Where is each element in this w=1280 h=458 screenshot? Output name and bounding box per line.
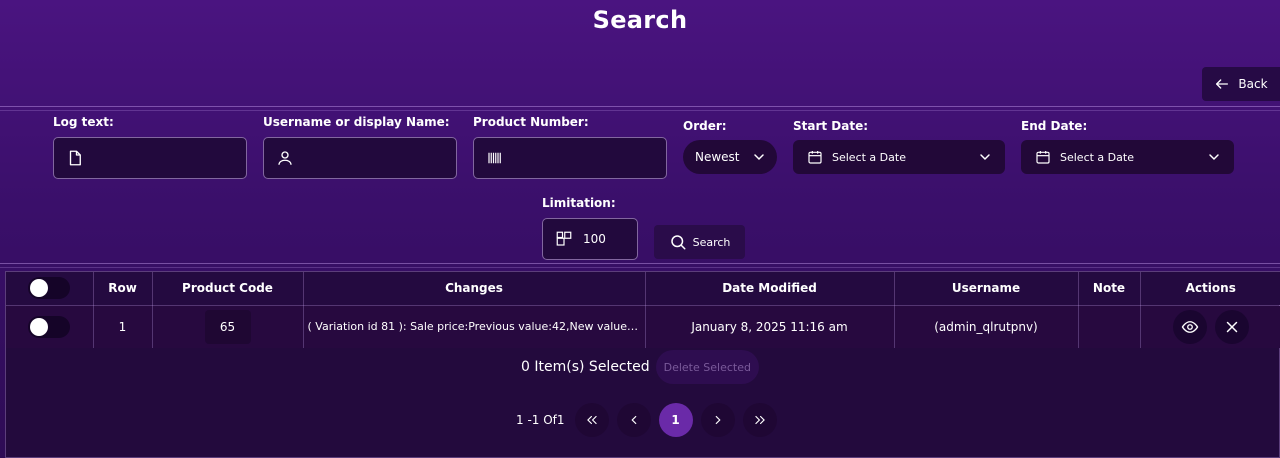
- calendar-icon: [1036, 151, 1050, 164]
- column-header-changes[interactable]: Changes: [303, 272, 646, 306]
- product-number-input[interactable]: [514, 151, 666, 165]
- search-button-label: Search: [692, 235, 731, 249]
- column-header-note[interactable]: Note: [1078, 272, 1141, 306]
- delete-row-button[interactable]: [1214, 309, 1249, 344]
- log-text-field[interactable]: [53, 137, 247, 179]
- date-modified-cell: January 8, 2025 11:16 am: [645, 305, 895, 348]
- column-header-date-modified[interactable]: Date Modified: [645, 272, 895, 306]
- column-header-actions: Actions: [1140, 272, 1280, 306]
- divider-top-secondary: [0, 110, 1280, 111]
- start-date-picker[interactable]: Select a Date: [793, 140, 1005, 174]
- row-select-toggle[interactable]: [28, 315, 71, 338]
- chevrons-left-icon: [586, 415, 597, 425]
- product-code[interactable]: 65: [204, 309, 251, 344]
- chevron-down-icon: [754, 154, 764, 161]
- order-label: Order:: [683, 119, 727, 133]
- end-date-label: End Date:: [1021, 119, 1088, 133]
- column-header-product-code[interactable]: Product Code: [152, 272, 304, 306]
- divider-top: [0, 106, 1280, 107]
- chevron-down-icon: [980, 154, 990, 161]
- select-all-cell: [6, 272, 94, 306]
- chevron-left-icon: [630, 415, 636, 425]
- chevrons-right-icon: [754, 415, 765, 425]
- selected-count: 0 Item(s) Selected: [521, 359, 650, 375]
- eye-icon: [1181, 320, 1199, 333]
- last-page-button[interactable]: [742, 403, 777, 437]
- calendar-icon: [808, 151, 822, 164]
- user-icon: [278, 151, 292, 165]
- divider-bottom: [0, 263, 1280, 264]
- log-text-label: Log text:: [53, 115, 114, 129]
- limitation-field[interactable]: [542, 218, 638, 260]
- username-cell: (admin_qlrutpnv): [894, 305, 1079, 348]
- arrow-left-icon: [1216, 79, 1229, 89]
- chevron-down-icon: [1209, 154, 1219, 161]
- select-all-toggle[interactable]: [28, 277, 71, 300]
- selection-bar: 0 Item(s) Selected Delete Selected: [0, 350, 1280, 384]
- search-button[interactable]: Search: [654, 225, 745, 259]
- column-header-username[interactable]: Username: [894, 272, 1079, 306]
- limitation-input[interactable]: [583, 232, 637, 246]
- product-number-field[interactable]: [473, 137, 667, 179]
- order-selected-value: Newest: [695, 150, 740, 164]
- page-number-button[interactable]: 1: [658, 403, 693, 437]
- page-title: Search: [592, 6, 688, 34]
- back-button[interactable]: Back: [1202, 67, 1280, 101]
- product-code-cell: 65: [152, 305, 304, 348]
- view-button[interactable]: [1172, 309, 1207, 344]
- changes-cell: ( Variation id 81 ): Sale price:Previous…: [303, 305, 646, 348]
- back-button-label: Back: [1238, 77, 1268, 91]
- product-number-label: Product Number:: [473, 115, 589, 129]
- results-table: Row Product Code Changes Date Modified U…: [6, 272, 1280, 348]
- search-icon: [670, 235, 686, 250]
- note-cell: [1078, 305, 1141, 348]
- column-header-row[interactable]: Row: [93, 272, 153, 306]
- log-text-input[interactable]: [94, 151, 246, 165]
- delete-selected-button[interactable]: Delete Selected: [655, 350, 759, 384]
- table-row: 1 65 ( Variation id 81 ): Sale price:Pre…: [6, 305, 1280, 348]
- end-date-placeholder: Select a Date: [1060, 150, 1134, 164]
- grid-icon: [556, 231, 572, 246]
- username-field[interactable]: [263, 137, 457, 179]
- username-input[interactable]: [304, 151, 456, 165]
- pagination-info: 1 -1 Of1: [516, 413, 565, 427]
- pagination: 1 -1 Of1 1: [516, 403, 777, 437]
- order-select[interactable]: Newest: [683, 140, 777, 174]
- next-page-button[interactable]: [700, 403, 735, 437]
- start-date-placeholder: Select a Date: [832, 150, 906, 164]
- chevron-right-icon: [715, 415, 721, 425]
- first-page-button[interactable]: [574, 403, 609, 437]
- actions-cell: [1140, 305, 1280, 348]
- row-select-cell: [6, 305, 94, 348]
- username-label: Username or display Name:: [263, 115, 450, 129]
- close-icon: [1226, 321, 1237, 332]
- barcode-icon: [488, 152, 501, 164]
- row-number: 1: [93, 305, 153, 348]
- prev-page-button[interactable]: [616, 403, 651, 437]
- limitation-label: Limitation:: [542, 196, 616, 210]
- start-date-label: Start Date:: [793, 119, 869, 133]
- divider-bottom-secondary: [0, 267, 1280, 268]
- end-date-picker[interactable]: Select a Date: [1021, 140, 1234, 174]
- table-header-row: Row Product Code Changes Date Modified U…: [6, 272, 1280, 306]
- document-icon: [69, 150, 81, 166]
